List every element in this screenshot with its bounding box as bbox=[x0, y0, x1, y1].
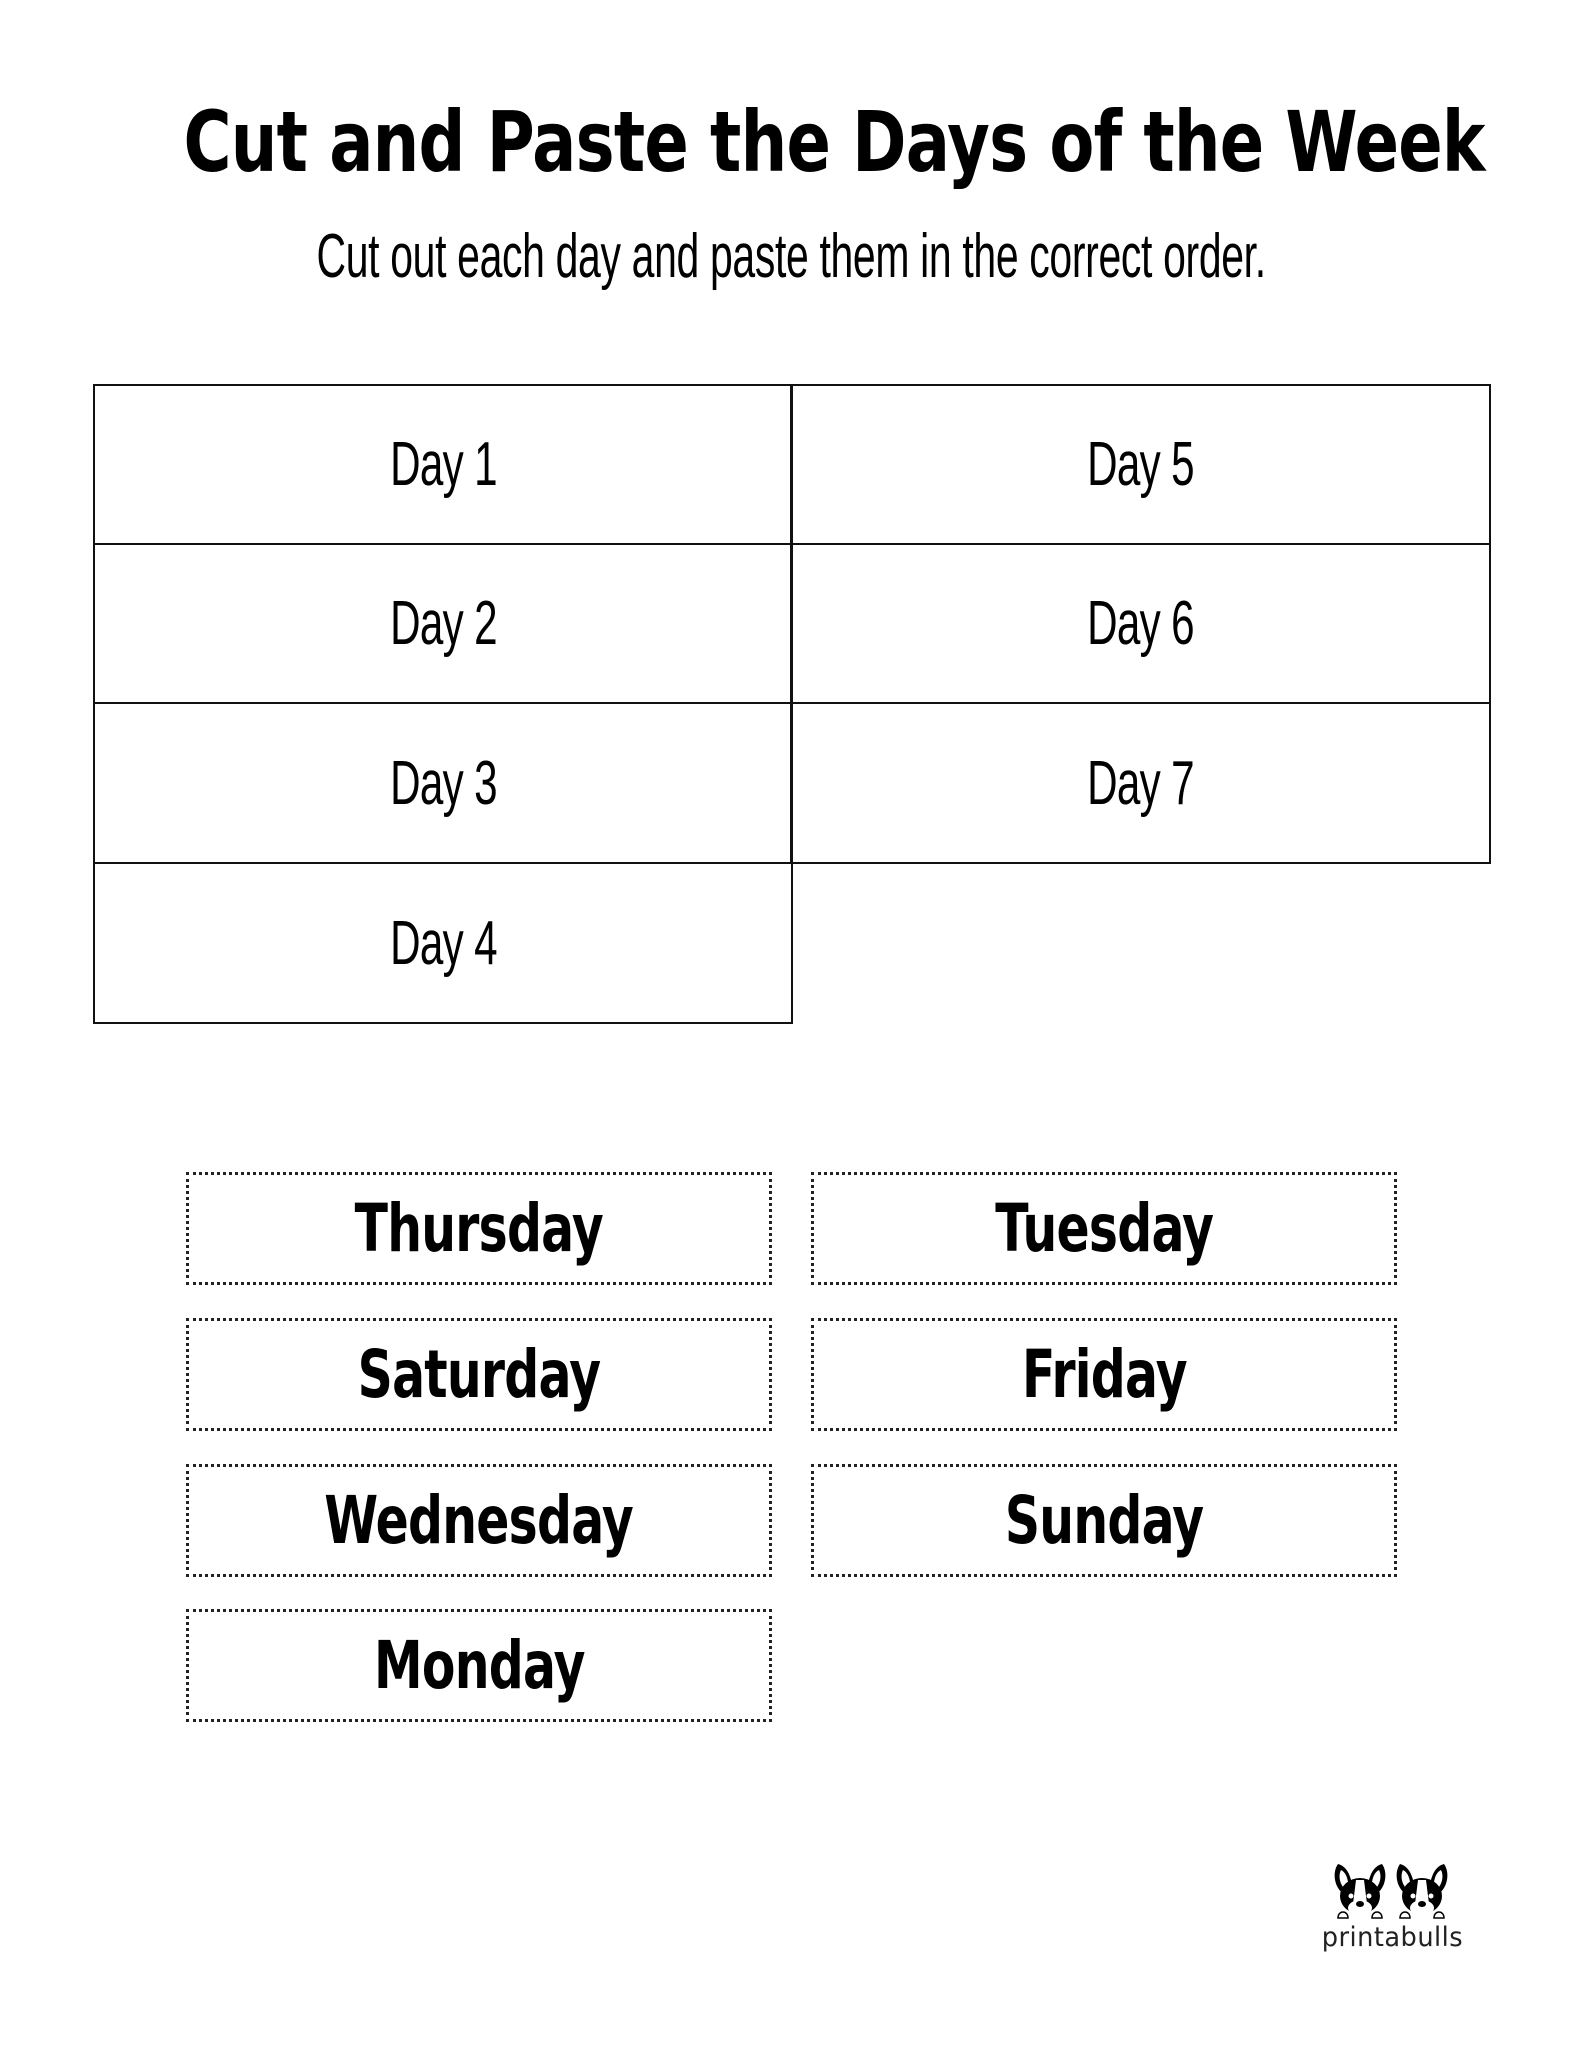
card-label: Tuesday bbox=[994, 1190, 1214, 1267]
logo-wordmark-text: printabulls bbox=[1321, 1922, 1464, 1953]
slot-label: Day 7 bbox=[1087, 748, 1194, 818]
answer-slot-day-1[interactable]: Day 1 bbox=[93, 384, 793, 545]
slot-label: Day 1 bbox=[389, 430, 497, 499]
card-label: Monday bbox=[373, 1627, 585, 1704]
printabulls-logo: printabulls bbox=[1310, 1862, 1475, 1957]
card-label: Wednesday bbox=[324, 1482, 635, 1559]
answer-slot-day-6[interactable]: Day 6 bbox=[790, 543, 1491, 704]
answer-slot-day-3[interactable]: Day 3 bbox=[93, 702, 793, 864]
slot-label: Day 2 bbox=[389, 589, 497, 658]
worksheet-instructions: Cut out each day and paste them in the c… bbox=[0, 222, 1583, 292]
cutout-card-monday[interactable]: Monday bbox=[186, 1609, 772, 1722]
slot-label: Day 4 bbox=[389, 908, 497, 978]
bulldog-right-icon bbox=[1396, 1864, 1448, 1919]
worksheet-instructions-text: Cut out each day and paste them in the c… bbox=[316, 222, 1267, 291]
worksheet-title: Cut and Paste the Days of the Week bbox=[0, 92, 1583, 192]
cutout-card-tuesday[interactable]: Tuesday bbox=[811, 1172, 1397, 1285]
answer-slot-day-7[interactable]: Day 7 bbox=[790, 702, 1491, 864]
cutout-card-wednesday[interactable]: Wednesday bbox=[186, 1464, 772, 1577]
french-bulldogs-icon bbox=[1334, 1864, 1448, 1919]
slot-label: Day 6 bbox=[1087, 589, 1194, 658]
answer-slot-day-4[interactable]: Day 4 bbox=[93, 862, 793, 1024]
cutout-card-thursday[interactable]: Thursday bbox=[186, 1172, 772, 1285]
cutout-card-saturday[interactable]: Saturday bbox=[186, 1318, 772, 1431]
slot-label: Day 5 bbox=[1087, 430, 1194, 499]
card-label: Sunday bbox=[1004, 1482, 1204, 1559]
worksheet-title-text: Cut and Paste the Days of the Week bbox=[183, 93, 1486, 191]
card-label: Thursday bbox=[354, 1190, 604, 1267]
cutout-card-sunday[interactable]: Sunday bbox=[811, 1464, 1397, 1577]
bulldog-left-icon bbox=[1334, 1864, 1386, 1919]
answer-slot-day-5[interactable]: Day 5 bbox=[790, 384, 1491, 545]
answer-slot-day-2[interactable]: Day 2 bbox=[93, 543, 793, 704]
cutout-card-friday[interactable]: Friday bbox=[811, 1318, 1397, 1431]
logo-wordmark: printabulls bbox=[1310, 1922, 1475, 1953]
slot-label: Day 3 bbox=[389, 748, 497, 818]
card-label: Friday bbox=[1021, 1336, 1188, 1413]
card-label: Saturday bbox=[357, 1336, 601, 1413]
